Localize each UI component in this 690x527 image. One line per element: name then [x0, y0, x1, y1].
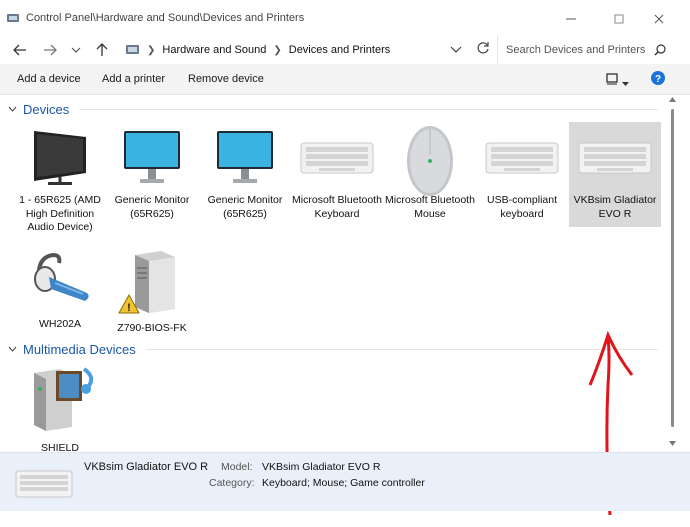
device-item[interactable]: WH202A	[14, 247, 106, 332]
window-title: Control Panel\Hardware and Sound\Devices…	[26, 12, 305, 24]
group-label: Multimedia Devices	[23, 342, 136, 357]
divider	[79, 109, 658, 110]
device-item[interactable]: Generic Monitor (65R625)	[106, 125, 198, 221]
refresh-icon	[477, 42, 489, 54]
recent-locations-button[interactable]	[66, 40, 86, 60]
search-input[interactable]: Search Devices and Printers	[506, 44, 654, 56]
maximize-icon	[614, 14, 624, 24]
monitor-icon	[217, 131, 273, 183]
device-label: USB-compliant keyboard	[486, 194, 558, 220]
keyboard-icon	[578, 142, 652, 174]
chevron-right-icon: ❯	[147, 44, 156, 56]
device-item[interactable]: USB-compliant keyboard	[476, 125, 568, 221]
device-label: Microsoft Bluetooth Keyboard	[292, 194, 382, 220]
device-item[interactable]: Microsoft Bluetooth Mouse	[384, 125, 476, 221]
media-device-icon	[34, 367, 94, 431]
forward-button[interactable]	[40, 40, 60, 60]
svg-text:!: !	[127, 302, 131, 314]
device-label: VKBsim Gladiator EVO R	[573, 194, 657, 220]
view-options-button[interactable]	[606, 73, 618, 88]
help-icon: ?	[651, 71, 665, 85]
minimize-icon	[566, 18, 576, 20]
add-printer-button[interactable]: Add a printer	[102, 73, 165, 85]
details-device-name: VKBsim Gladiator EVO R	[84, 461, 209, 473]
mouse-icon	[407, 126, 453, 196]
computer-tower-icon: !	[118, 251, 175, 314]
device-item[interactable]: 1 - 65R625 (AMD High Definition Audio De…	[14, 125, 106, 235]
remove-device-button[interactable]: Remove device	[188, 73, 264, 85]
device-label: Z790-BIOS-FK	[117, 322, 187, 334]
chevron-down-icon	[71, 47, 81, 53]
keyboard-icon	[15, 470, 73, 498]
arrow-right-icon	[44, 44, 57, 56]
title-bar: Control Panel\Hardware and Sound\Devices…	[0, 0, 690, 36]
device-label: Generic Monitor (65R625)	[114, 194, 190, 220]
control-panel-icon	[6, 11, 20, 28]
help-button[interactable]: ?	[651, 71, 665, 88]
view-dropdown-button[interactable]	[622, 76, 629, 90]
category-label: Category:	[209, 477, 255, 489]
arrow-up-icon	[96, 43, 108, 56]
device-item[interactable]: SHIELD	[14, 363, 106, 456]
svg-text:?: ?	[655, 74, 661, 85]
caret-down-icon	[622, 82, 629, 86]
navigation-bar: ❯ Hardware and Sound ❯ Devices and Print…	[0, 36, 690, 64]
add-device-button[interactable]: Add a device	[17, 73, 81, 85]
device-label: WH202A	[38, 318, 81, 330]
address-dropdown-button[interactable]	[450, 44, 462, 58]
device-item[interactable]: Generic Monitor (65R625)	[199, 125, 291, 221]
up-button[interactable]	[92, 40, 112, 60]
chevron-down-icon	[450, 46, 462, 53]
headset-icon	[34, 252, 89, 301]
breadcrumb-devices-and-printers[interactable]: Devices and Printers	[289, 44, 391, 56]
monitor-icon	[124, 131, 180, 183]
chevron-right-icon: ❯	[273, 44, 282, 56]
breadcrumb-hardware-and-sound[interactable]: Hardware and Sound	[162, 44, 266, 56]
group-header-multimedia[interactable]: Multimedia Devices	[8, 342, 658, 357]
command-bar: Add a device Add a printer Remove device…	[0, 64, 690, 95]
device-item-selected[interactable]: VKBsim Gladiator EVO R	[569, 122, 661, 227]
search-box[interactable]: Search Devices and Printers	[497, 36, 674, 64]
control-panel-icon	[126, 44, 140, 56]
scrollbar-thumb[interactable]	[671, 109, 674, 427]
scroll-up-icon[interactable]	[669, 97, 676, 102]
arrow-left-icon	[13, 44, 26, 56]
view-icon	[606, 73, 618, 85]
device-item[interactable]: ! Z790-BIOS-FK	[106, 247, 198, 336]
category-value: Keyboard; Mouse; Game controller	[262, 477, 425, 489]
back-button[interactable]	[10, 40, 30, 60]
refresh-button[interactable]	[476, 41, 490, 58]
tv-icon	[34, 131, 86, 185]
devices-view: Devices 1 - 65R625 (AMD High Definition …	[0, 95, 666, 516]
device-item[interactable]: Microsoft Bluetooth Keyboard	[291, 125, 383, 221]
group-header-devices[interactable]: Devices	[8, 102, 658, 117]
model-value: VKBsim Gladiator EVO R	[262, 461, 381, 473]
chevron-down-icon	[8, 346, 17, 352]
device-label: Generic Monitor (65R625)	[207, 194, 283, 220]
details-pane: VKBsim Gladiator EVO R Model: VKBsim Gla…	[0, 452, 690, 511]
keyboard-icon	[485, 142, 559, 174]
device-label: 1 - 65R625 (AMD High Definition Audio De…	[19, 194, 101, 233]
keyboard-icon	[300, 142, 374, 174]
search-icon	[654, 44, 666, 56]
minimize-button[interactable]	[548, 6, 594, 32]
scroll-down-icon[interactable]	[669, 441, 676, 446]
device-label: Microsoft Bluetooth Mouse	[385, 194, 475, 220]
model-label: Model:	[221, 461, 253, 473]
address-bar[interactable]: ❯ Hardware and Sound ❯ Devices and Print…	[120, 36, 496, 64]
close-button[interactable]	[636, 6, 682, 32]
vertical-scrollbar[interactable]	[666, 95, 680, 451]
close-icon	[654, 14, 664, 24]
chevron-down-icon	[8, 106, 17, 112]
group-label: Devices	[23, 102, 70, 117]
